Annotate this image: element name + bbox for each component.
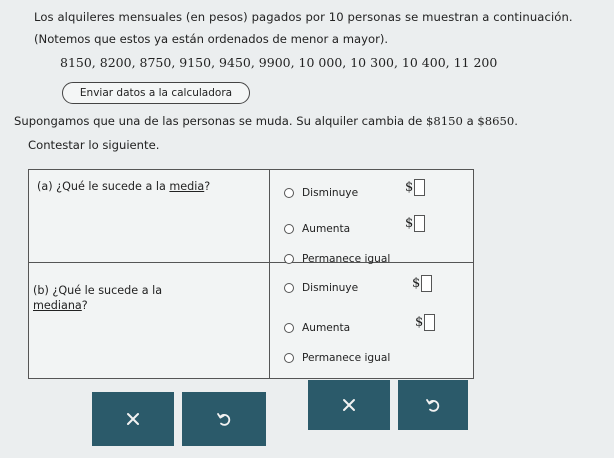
column-divider [269,170,270,378]
row-divider [29,262,473,263]
instruction: Contestar lo siguiente. [28,138,160,152]
send-to-calculator-button[interactable]: Enviar datos a la calculadora [62,82,250,104]
amount-b-aumenta-input[interactable] [424,314,436,331]
undo-icon [217,413,231,426]
close-icon [127,413,139,425]
option-a-permanece-label: Permanece igual [302,253,391,265]
question-a-label: (a) ¿Qué le sucede a la media? [37,179,210,194]
question-a-suffix: ? [204,180,211,193]
question-b-prefix: (b) ¿Qué le sucede a la [33,284,163,297]
currency-symbol: $ [405,180,414,195]
clear-button-b[interactable] [308,380,390,430]
mediana-link[interactable]: mediana [33,299,82,312]
amount-a-disminuye: $ [405,179,426,196]
radio-b-permanece[interactable] [284,353,294,363]
amount-a-aumenta-input[interactable] [414,215,426,232]
option-b-permanece[interactable]: Permanece igual [284,352,390,364]
clear-button-a[interactable] [92,392,174,446]
option-b-disminuye[interactable]: Disminuye [284,282,358,294]
radio-b-disminuye[interactable] [284,283,294,293]
question-table: (a) ¿Qué le sucede a la media? Disminuye… [28,169,474,379]
scenario-text: Supongamos que una de las personas se mu… [14,114,518,128]
scenario-to: $8650. [477,114,518,128]
undo-button-a[interactable] [182,392,266,446]
option-b-permanece-label: Permanece igual [302,352,391,364]
currency-symbol: $ [412,276,421,291]
scenario-lead: Supongamos que una de las personas se mu… [14,114,427,128]
scenario-from: $8150 [426,114,463,128]
scenario-connector: a [462,114,478,128]
amount-b-disminuye: $ [412,275,433,292]
data-values: 8150, 8200, 8750, 9150, 9450, 9900, 10 0… [60,55,498,70]
currency-symbol: $ [415,315,424,330]
close-icon [343,399,355,411]
question-b-suffix: ? [81,299,88,312]
option-b-aumenta[interactable]: Aumenta [284,322,350,334]
radio-a-disminuye[interactable] [284,188,294,198]
option-a-permanece[interactable]: Permanece igual [284,253,390,265]
option-a-disminuye-label: Disminuye [302,187,359,199]
amount-b-aumenta: $ [415,314,436,331]
amount-a-disminuye-input[interactable] [414,179,426,196]
amount-b-disminuye-input[interactable] [421,275,433,292]
intro-line-2: (Notemos que estos ya están ordenados de… [34,32,389,46]
media-link[interactable]: media [169,180,204,193]
radio-b-aumenta[interactable] [284,323,294,333]
option-a-aumenta[interactable]: Aumenta [284,223,350,235]
question-b-label: (b) ¿Qué le sucede a la mediana? [33,283,162,313]
undo-button-b[interactable] [398,380,468,430]
amount-a-aumenta: $ [405,215,426,232]
radio-a-aumenta[interactable] [284,224,294,234]
undo-icon [426,399,440,412]
option-b-aumenta-label: Aumenta [302,322,351,334]
option-a-aumenta-label: Aumenta [302,223,351,235]
radio-a-permanece[interactable] [284,254,294,264]
question-a-prefix: (a) ¿Qué le sucede a la [37,180,170,193]
intro-line-1: Los alquileres mensuales (en pesos) paga… [34,10,573,24]
option-a-disminuye[interactable]: Disminuye [284,187,358,199]
option-b-disminuye-label: Disminuye [302,282,359,294]
currency-symbol: $ [405,216,414,231]
